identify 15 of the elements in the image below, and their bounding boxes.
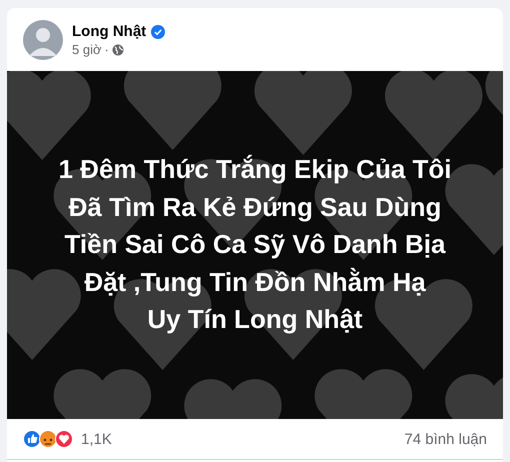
angry-reaction-icon[interactable] bbox=[39, 430, 57, 448]
post-time[interactable]: 5 giờ bbox=[72, 42, 102, 57]
author-name[interactable]: Long Nhật bbox=[72, 23, 146, 40]
like-reaction-icon[interactable] bbox=[23, 430, 41, 448]
reaction-count[interactable]: 1,1K bbox=[81, 430, 112, 448]
avatar[interactable] bbox=[23, 20, 63, 60]
caption-line: Tiền Sai Cô Ca Sỹ Vô Danh Bịa bbox=[64, 228, 446, 262]
caption-line: Đã Tìm Ra Kẻ Đứng Sau Dùng bbox=[68, 190, 442, 224]
caption-line: Đặt ,Tung Tin Đồn Nhằm Hạ bbox=[84, 266, 426, 299]
separator: · bbox=[104, 42, 109, 57]
love-reaction-icon[interactable] bbox=[55, 430, 73, 448]
comment-count[interactable]: 74 bình luận bbox=[404, 430, 487, 448]
caption-line: 1 Đêm Thức Trắng Ekip Của Tôi bbox=[58, 153, 452, 186]
caption-line: Uy Tín Long Nhật bbox=[147, 303, 363, 336]
globe-icon[interactable] bbox=[112, 44, 124, 56]
